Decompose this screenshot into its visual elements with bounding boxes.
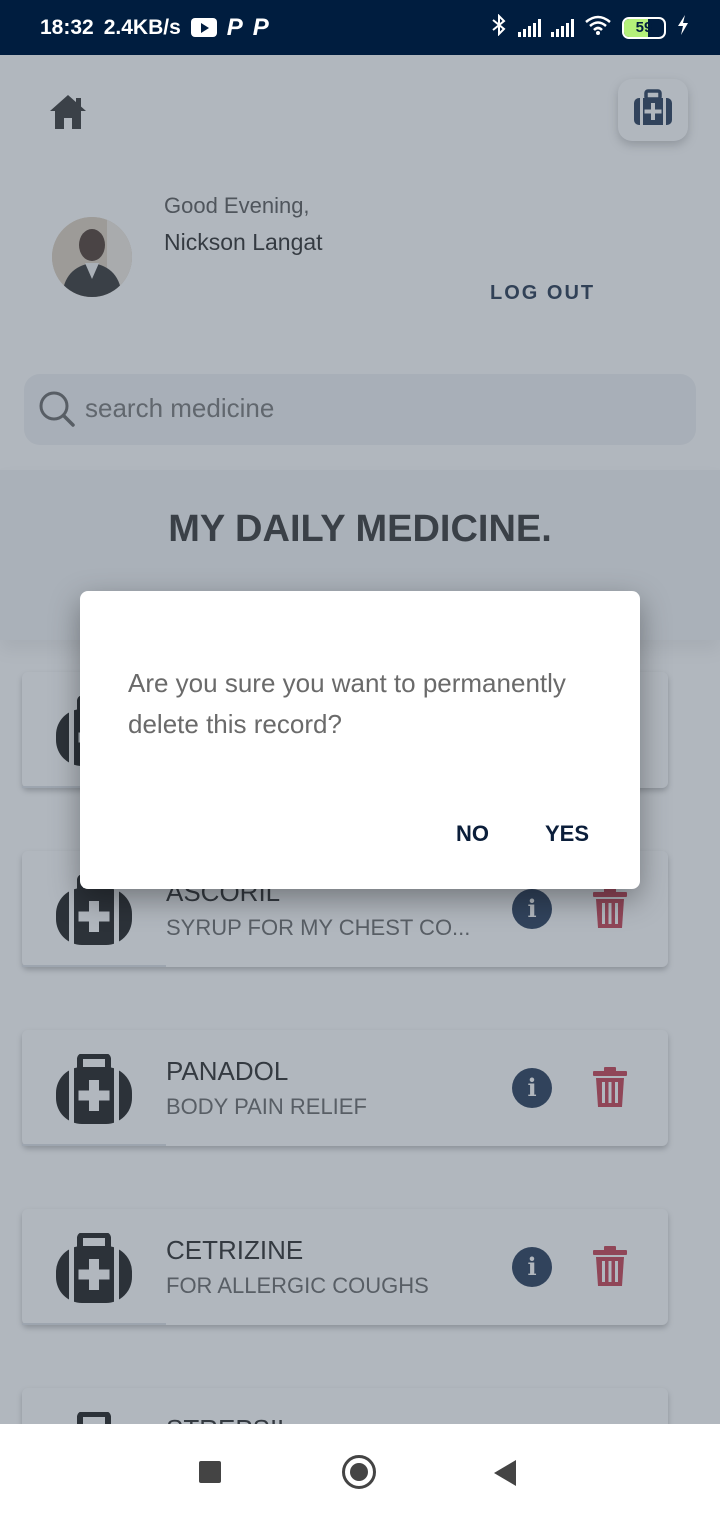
youtube-icon [190, 18, 217, 37]
status-right: 59 [490, 0, 690, 55]
battery-icon: 59 [622, 16, 666, 39]
no-button[interactable]: NO [456, 821, 489, 847]
signal-icon [518, 18, 541, 37]
signal-icon-2 [551, 18, 574, 37]
home-nav-button[interactable] [342, 1455, 376, 1489]
status-time: 18:32 [40, 15, 94, 39]
delete-confirm-dialog: Are you sure you want to permanently del… [80, 591, 640, 889]
system-nav-bar [0, 1424, 720, 1520]
p-notification-icon: P [226, 13, 243, 41]
recents-button[interactable] [199, 1461, 221, 1483]
status-bar: 18:32 2.4KB/s P P 59 [0, 0, 720, 55]
p-notification-icon-2: P [252, 13, 269, 41]
status-speed: 2.4KB/s [103, 15, 181, 39]
yes-button[interactable]: YES [545, 821, 589, 847]
bluetooth-icon [490, 13, 508, 42]
status-left: 18:32 2.4KB/s P P [40, 0, 269, 55]
charging-icon [676, 14, 690, 42]
back-button[interactable] [494, 1460, 516, 1486]
wifi-icon [584, 14, 612, 42]
dialog-message: Are you sure you want to permanently del… [128, 668, 566, 739]
